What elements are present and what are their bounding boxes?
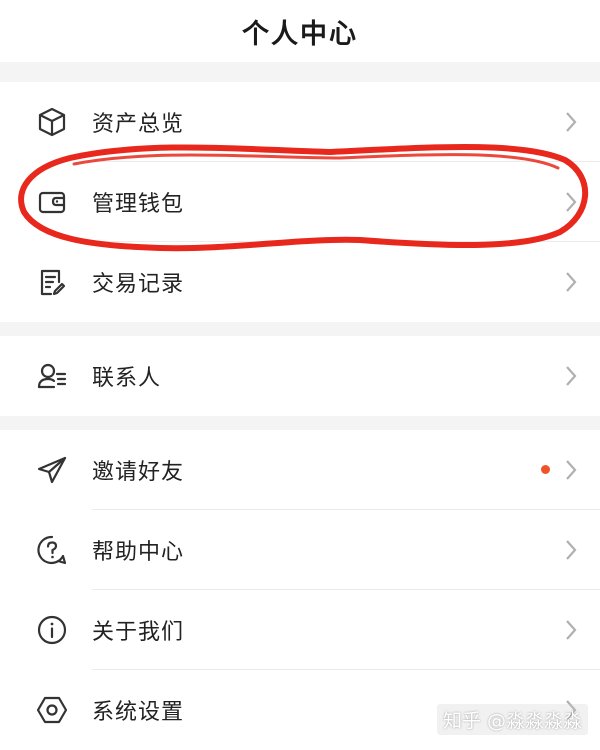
chevron-right-icon bbox=[564, 618, 578, 642]
chevron-right-icon bbox=[564, 538, 578, 562]
cube-icon bbox=[36, 106, 68, 138]
menu-item-help-center[interactable]: 帮助中心 bbox=[0, 510, 600, 590]
menu-item-manage-wallet[interactable]: 管理钱包 bbox=[0, 162, 600, 242]
menu-item-contacts[interactable]: 联系人 bbox=[0, 336, 600, 416]
menu-item-label: 关于我们 bbox=[92, 620, 185, 645]
wallet-icon bbox=[36, 186, 68, 218]
info-circle-icon bbox=[36, 614, 68, 646]
menu-item-assets-overview[interactable]: 资产总览 bbox=[0, 82, 600, 162]
page-header: 个人中心 bbox=[0, 0, 600, 62]
menu-item-label: 联系人 bbox=[92, 366, 162, 391]
menu-item-label: 帮助中心 bbox=[92, 540, 185, 565]
chevron-right-icon bbox=[564, 270, 578, 294]
hexagon-settings-icon bbox=[36, 694, 68, 726]
section-gap bbox=[0, 62, 600, 82]
menu-item-label: 资产总览 bbox=[92, 112, 185, 137]
section-gap bbox=[0, 322, 600, 336]
section-gap bbox=[0, 416, 600, 430]
notification-dot bbox=[541, 465, 550, 474]
page-title: 个人中心 bbox=[242, 18, 358, 50]
chevron-right-icon bbox=[564, 110, 578, 134]
question-bubble-icon bbox=[36, 534, 68, 566]
menu-item-label: 管理钱包 bbox=[92, 192, 185, 217]
chevron-right-icon bbox=[564, 458, 578, 482]
menu-item-label: 系统设置 bbox=[92, 700, 185, 725]
paper-plane-icon bbox=[36, 454, 68, 486]
contact-list-icon bbox=[36, 360, 68, 392]
menu-item-label: 邀请好友 bbox=[92, 460, 185, 485]
document-edit-icon bbox=[36, 266, 68, 298]
watermark: 知乎 @淼淼淼淼 bbox=[436, 704, 588, 735]
chevron-right-icon bbox=[564, 364, 578, 388]
chevron-right-icon bbox=[564, 190, 578, 214]
menu-item-about-us[interactable]: 关于我们 bbox=[0, 590, 600, 670]
menu-item-label: 交易记录 bbox=[92, 272, 185, 297]
menu-item-invite-friends[interactable]: 邀请好友 bbox=[0, 430, 600, 510]
menu-item-transaction-records[interactable]: 交易记录 bbox=[0, 242, 600, 322]
